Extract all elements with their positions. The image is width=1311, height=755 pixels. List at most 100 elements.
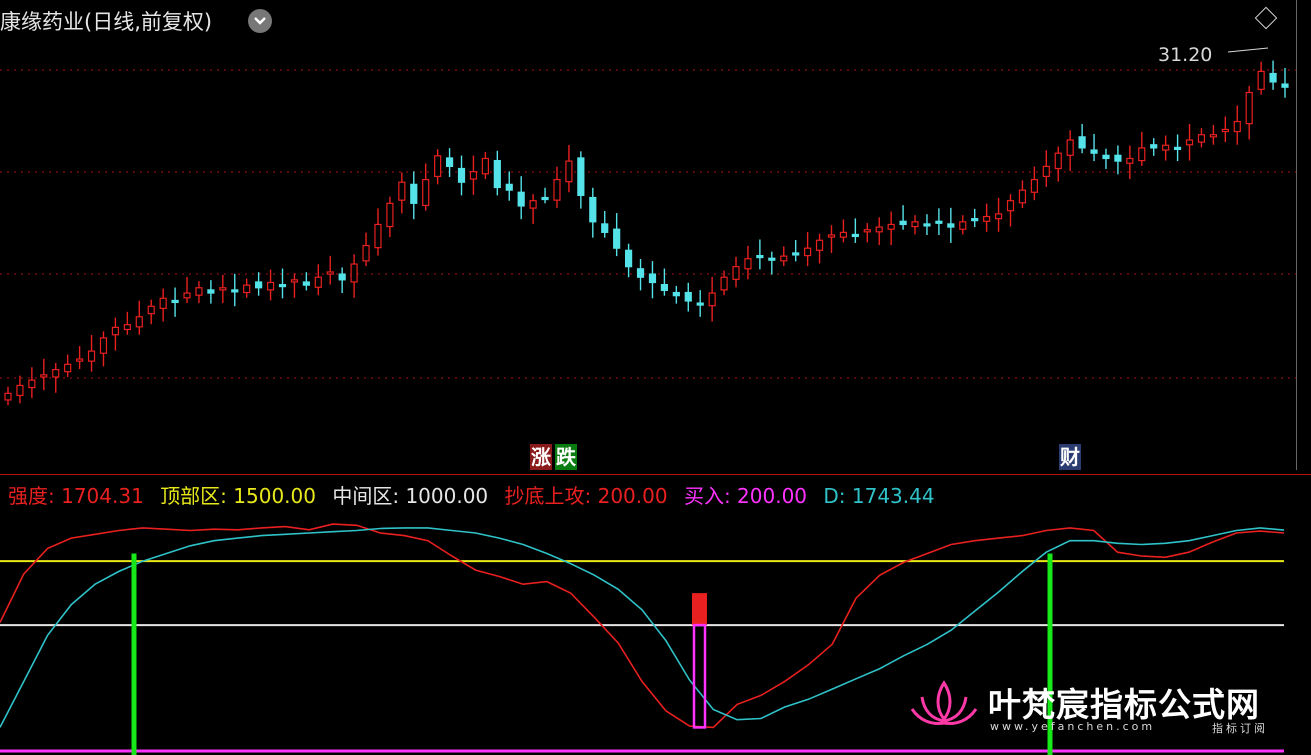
candle-body [744,258,752,270]
candle-body [792,252,800,256]
candle-body [1066,139,1074,156]
candle-body [804,247,812,257]
candle-body [1150,144,1158,149]
lotus-logo-icon [910,680,978,725]
candle-body [87,350,96,362]
candle-body [887,223,895,230]
candle-body [1209,134,1217,138]
candle-body [76,358,84,362]
candle-body [338,273,346,281]
candle-body [768,257,776,261]
candle-body [863,229,871,233]
candle-body [935,220,943,224]
candle-body [386,202,394,228]
candle-body [231,289,239,293]
candle-body [64,363,72,373]
candle-body [589,196,597,223]
candle-body [672,291,680,297]
candle-body [16,384,24,397]
candle-body [827,234,836,238]
candle-body [553,178,561,201]
candle-body [1138,147,1146,162]
candle-body [1257,70,1265,90]
candle-body [1245,91,1253,125]
candle-body [1042,165,1050,178]
candle-body [565,160,573,183]
candle-body [756,254,764,259]
panel-divider [0,474,1311,475]
right-scrollbar[interactable] [1296,0,1311,470]
candle-body [410,183,418,204]
candle-body [183,292,191,299]
candle-body [4,392,12,401]
candle-body [374,223,382,249]
candle-body [720,276,728,291]
candle-body [171,299,179,304]
candle-body [1090,149,1098,154]
candle-body [517,191,525,207]
candle-body [696,302,704,306]
candle-body [147,305,155,315]
candle-body [434,155,442,178]
candle-body [1126,157,1134,164]
candle-body [123,324,131,331]
watermark-subtitle: 指标订阅 [1212,722,1268,735]
candle-body [1269,72,1277,83]
candle-body [159,297,167,309]
candle-body [493,159,501,189]
candle-body [195,287,203,296]
candle-body [1114,154,1122,162]
candle-body [28,379,36,389]
candle-body [1233,120,1241,133]
candle-body [994,213,1003,220]
watermark-url: www.yefanchen.com [990,720,1156,733]
candle-body [469,171,478,180]
candle-body [624,249,633,268]
candle-body [875,226,883,233]
candle-body [481,157,489,175]
candle-body [1054,152,1062,170]
rise-event-tag[interactable]: 涨 [530,444,552,470]
candle-body [1197,134,1206,143]
latest-price-label: 31.20 [1158,44,1213,66]
candle-body [541,196,549,201]
candle-body [1030,178,1038,193]
candle-body [314,276,322,288]
candle-body [1078,136,1086,149]
candle-body [278,284,287,288]
candle-body [1102,154,1110,160]
candle-body [983,215,991,222]
candle-body [899,220,907,226]
candle-body [135,316,143,328]
candle-body [40,374,48,378]
bottom-attack-bar [692,593,707,626]
candle-body [1221,128,1229,133]
candle-body [255,281,263,289]
candle-body [839,231,848,238]
candlestick-chart [0,47,1296,406]
candle-body [362,244,370,262]
candle-body [529,200,537,209]
candle-body [636,268,645,278]
candle-body [99,337,108,354]
candle-body [326,271,334,275]
candle-body [243,284,251,294]
fall-event-tag[interactable]: 跌 [555,444,577,470]
candle-body [923,223,931,227]
candle-body [660,284,669,292]
candle-body [290,279,299,283]
candle-body [52,368,60,378]
price-label-leader [1227,47,1269,53]
candle-body [422,178,430,207]
candle-body [613,228,621,249]
candle-body [1006,200,1015,212]
candle-body [1281,83,1289,88]
candle-body [445,157,454,167]
candle-body [601,223,609,233]
finance-event-tag[interactable]: 财 [1059,444,1081,470]
candle-body [577,157,585,197]
candle-body [219,287,227,291]
candle-body [684,291,692,302]
candle-body [1162,144,1170,151]
watermark-name: 叶梵宸指标公式网 [988,685,1260,724]
